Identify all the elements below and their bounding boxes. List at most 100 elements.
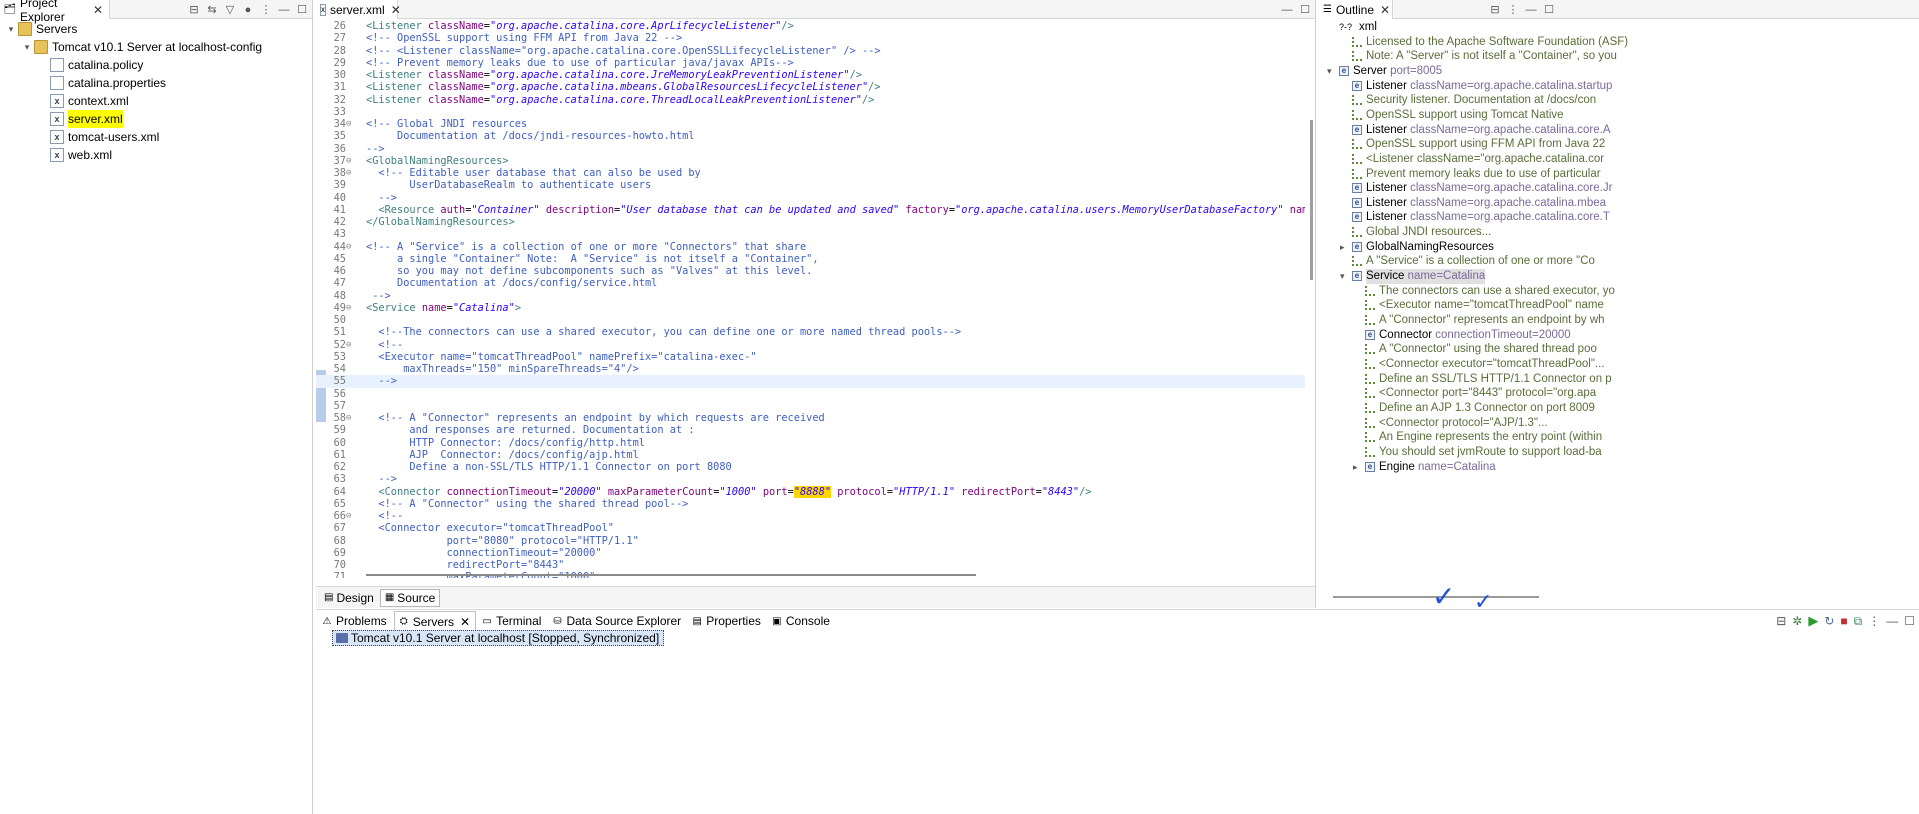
- outline-item[interactable]: e Connector connectionTimeout=20000: [1319, 328, 1919, 343]
- code-line[interactable]: 35 Documentation at /docs/jndi-resources…: [316, 130, 1305, 142]
- close-icon[interactable]: ✕: [1380, 3, 1390, 17]
- tab-terminal[interactable]: ▭ Terminal: [478, 611, 546, 631]
- minimize-icon[interactable]: —: [1886, 614, 1898, 628]
- code-line[interactable]: 41 <Resource auth="Container" descriptio…: [316, 204, 1305, 216]
- code-line[interactable]: 45 a single "Container" Note: A "Service…: [316, 253, 1305, 265]
- code-line[interactable]: 66 ⊖ <!--: [316, 510, 1305, 522]
- server-entry-tomcat[interactable]: Tomcat v10.1 Server at localhost [Stoppe…: [332, 630, 665, 646]
- tree-item[interactable]: ▾ Servers: [0, 20, 312, 38]
- code-line[interactable]: 67 <Connector executor="tomcatThreadPool…: [316, 522, 1305, 534]
- code-line[interactable]: 55 -->: [316, 375, 1305, 388]
- tab-source[interactable]: ▦ Source: [379, 588, 441, 607]
- outline-item[interactable]: ▸ e GlobalNamingResources: [1319, 240, 1919, 255]
- outline-item[interactable]: e Listener className=org.apache.catalina.…: [1319, 196, 1919, 211]
- minimize-icon[interactable]: —: [1525, 4, 1537, 16]
- code-line[interactable]: 70 redirectPort="8443": [316, 559, 1305, 571]
- outline-item[interactable]: You should set jvmRoute to support load-…: [1319, 445, 1919, 460]
- minimize-icon[interactable]: —: [278, 4, 290, 16]
- tree-item[interactable]: x web.xml: [0, 146, 312, 164]
- close-icon[interactable]: ✕: [391, 3, 401, 17]
- link-with-editor-icon[interactable]: ⇆: [206, 3, 218, 16]
- tab-server-xml[interactable]: x server.xml ✕: [316, 0, 401, 19]
- chevron-down-icon[interactable]: ▾: [1327, 64, 1337, 79]
- maximize-icon[interactable]: ☐: [296, 3, 308, 16]
- code-line[interactable]: 47 Documentation at /docs/config/service…: [316, 277, 1305, 289]
- outline-item[interactable]: ▾ e Service name=Catalina: [1319, 269, 1919, 284]
- outline-item[interactable]: Define an SSL/TLS HTTP/1.1 Connector on …: [1319, 372, 1919, 387]
- view-menu-icon[interactable]: ⋮: [1868, 614, 1880, 628]
- code-line[interactable]: 29 <!-- Prevent memory leaks due to use o…: [316, 57, 1305, 69]
- outline-item[interactable]: <Listener className="org.apache.catalina…: [1319, 152, 1919, 167]
- tab-project-explorer[interactable]: 🗂 Project Explorer ✕: [0, 0, 110, 24]
- code-line[interactable]: 32 <Listener className="org.apache.catali…: [316, 94, 1305, 106]
- outline-item[interactable]: OpenSSL support using Tomcat Native: [1319, 108, 1919, 123]
- code-line[interactable]: 64 <Connector connectionTimeout="20000" …: [316, 485, 1305, 498]
- fold-toggle-icon[interactable]: ⊖: [346, 412, 354, 424]
- outline-item[interactable]: ▸ e Engine name=Catalina: [1319, 460, 1919, 475]
- code-line[interactable]: 33: [316, 106, 1305, 118]
- chevron-down-icon[interactable]: ▾: [22, 38, 32, 56]
- tab-problems[interactable]: ⚠ Problems: [318, 611, 392, 631]
- maximize-icon[interactable]: ☐: [1904, 614, 1915, 628]
- fold-toggle-icon[interactable]: ⊖: [346, 118, 354, 130]
- collapse-icon[interactable]: ⊟: [1776, 614, 1786, 628]
- outline-item[interactable]: Security listener. Documentation at /doc…: [1319, 93, 1919, 108]
- outline-item[interactable]: e Listener className=org.apache.catalina.…: [1319, 181, 1919, 196]
- code-line[interactable]: 38 ⊖ <!-- Editable user database that can…: [316, 167, 1305, 179]
- tree-item[interactable]: catalina.policy: [0, 56, 312, 74]
- outline-item[interactable]: An Engine represents the entry point (wi…: [1319, 430, 1919, 445]
- close-icon[interactable]: ✕: [460, 615, 470, 629]
- view-menu-icon[interactable]: ⋮: [260, 3, 272, 16]
- outline-item[interactable]: A "Service" is a collection of one or mo…: [1319, 254, 1919, 269]
- outline-item[interactable]: Define an AJP 1.3 Connector on port 8009: [1319, 401, 1919, 416]
- outline-item[interactable]: OpenSSL support using FFM API from Java …: [1319, 137, 1919, 152]
- start-server-icon[interactable]: ▶: [1808, 613, 1818, 629]
- debug-server-icon[interactable]: ✲: [1792, 614, 1802, 628]
- code-line[interactable]: 61 AJP Connector: /docs/config/ajp.html: [316, 449, 1305, 461]
- tab-outline[interactable]: ☰ Outline ✕: [1319, 0, 1393, 19]
- code-line[interactable]: 54 maxThreads="150" minSpareThreads="4"/…: [316, 363, 1305, 375]
- fold-toggle-icon[interactable]: ⊖: [346, 167, 354, 179]
- chevron-right-icon[interactable]: ▸: [1340, 240, 1350, 255]
- stop-server-icon[interactable]: ■: [1840, 614, 1847, 628]
- tree-item[interactable]: x tomcat-users.xml: [0, 128, 312, 146]
- code-line[interactable]: 62 Define a non-SSL/TLS HTTP/1.1 Connect…: [316, 461, 1305, 473]
- tab-properties[interactable]: ▤ Properties: [688, 611, 766, 631]
- code-line[interactable]: 46 so you may not define subcomponents s…: [316, 265, 1305, 277]
- tree-item[interactable]: x server.xml: [0, 110, 312, 128]
- filter-icon[interactable]: ▽: [224, 3, 236, 16]
- code-line[interactable]: 37 ⊖ <GlobalNamingResources>: [316, 155, 1305, 167]
- code-line[interactable]: 60 HTTP Connector: /docs/config/http.htm…: [316, 437, 1305, 449]
- outline-item[interactable]: <Connector protocol="AJP/1.3"...: [1319, 416, 1919, 431]
- focus-icon[interactable]: ●: [242, 4, 254, 16]
- code-line[interactable]: 27 <!-- OpenSSL support using FFM API fro…: [316, 32, 1305, 44]
- publish-icon[interactable]: ⧉: [1854, 614, 1863, 629]
- outline-item[interactable]: Licensed to the Apache Software Foundati…: [1319, 35, 1919, 50]
- outline-item[interactable]: ?-? xml: [1319, 20, 1919, 35]
- tree-item[interactable]: catalina.properties: [0, 74, 312, 92]
- outline-item[interactable]: e Listener className=org.apache.catalina.…: [1319, 123, 1919, 138]
- code-line[interactable]: 40 -->: [316, 192, 1305, 204]
- maximize-icon[interactable]: ☐: [1299, 3, 1311, 16]
- tab-servers[interactable]: ⛭ Servers ✕: [393, 611, 477, 631]
- code-line[interactable]: 58 ⊖ <!-- A "Connector" represents an end…: [316, 412, 1305, 424]
- close-icon[interactable]: ✕: [93, 3, 103, 17]
- code-line[interactable]: 56: [316, 388, 1305, 400]
- collapse-all-icon[interactable]: ⊟: [188, 3, 200, 16]
- outline-item[interactable]: <Connector port="8443" protocol="org.apa: [1319, 386, 1919, 401]
- outline-item[interactable]: The connectors can use a shared executor…: [1319, 284, 1919, 299]
- horizontal-scrollbar[interactable]: [366, 574, 976, 576]
- outline-item[interactable]: A "Connector" using the shared thread po…: [1319, 342, 1919, 357]
- tree-item[interactable]: ▾ Tomcat v10.1 Server at localhost-config: [0, 38, 312, 56]
- outline-item[interactable]: A "Connector" represents an endpoint by …: [1319, 313, 1919, 328]
- outline-item[interactable]: Note: A "Server" is not itself a "Contai…: [1319, 49, 1919, 64]
- code-line[interactable]: 69 connectionTimeout="20000": [316, 547, 1305, 559]
- code-line[interactable]: 53 <Executor name="tomcatThreadPool" nam…: [316, 351, 1305, 363]
- outline-item[interactable]: Prevent memory leaks due to use of parti…: [1319, 167, 1919, 182]
- maximize-icon[interactable]: ☐: [1543, 3, 1555, 16]
- outline-item[interactable]: e Listener className=org.apache.catalina.…: [1319, 210, 1919, 225]
- code-line[interactable]: 63 -->: [316, 473, 1305, 485]
- outline-item[interactable]: <Connector executor="tomcatThreadPool"..…: [1319, 357, 1919, 372]
- fold-toggle-icon[interactable]: ⊖: [346, 339, 354, 351]
- code-line[interactable]: 44 ⊖ <!-- A "Service" is a collection of o…: [316, 241, 1305, 253]
